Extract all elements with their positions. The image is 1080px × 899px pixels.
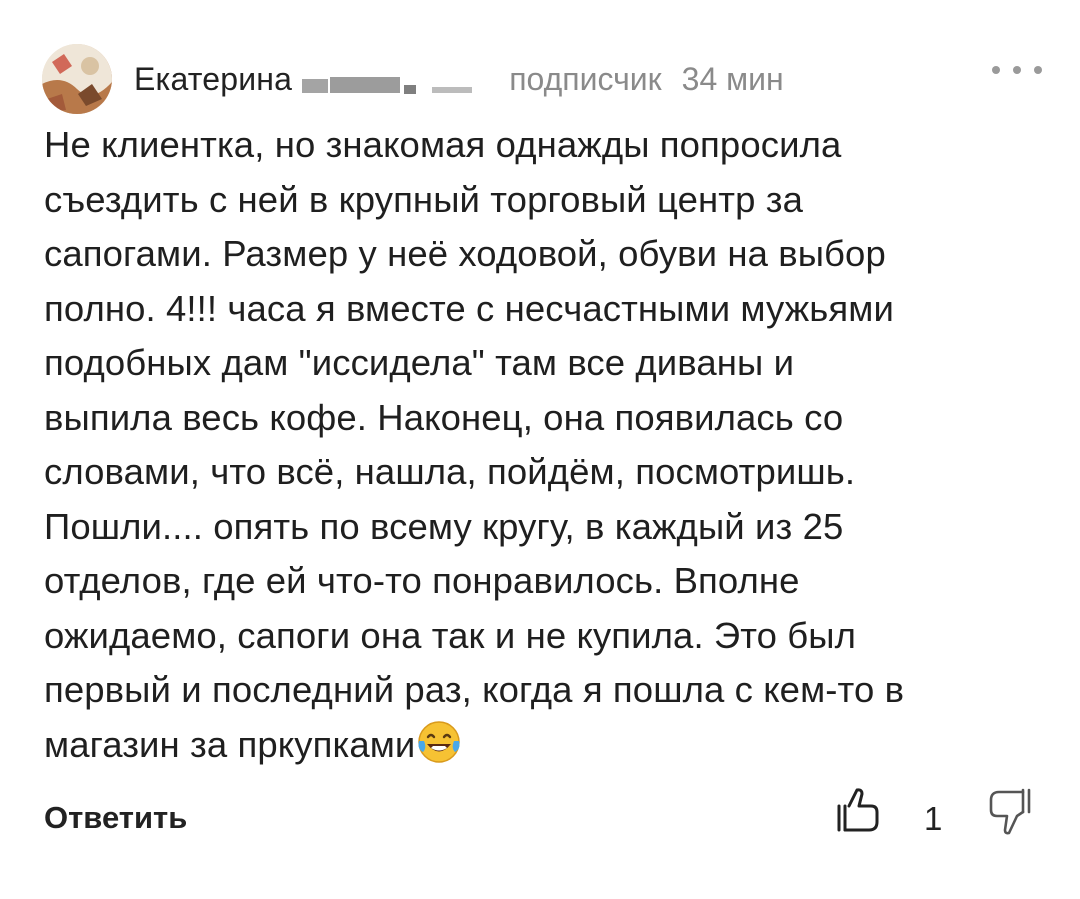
dot-icon bbox=[1034, 66, 1042, 74]
like-count: 1 bbox=[924, 800, 943, 837]
comment-line: сапогами. Размер у неё ходовой, обуви на… bbox=[44, 233, 886, 274]
avatar[interactable] bbox=[42, 44, 112, 114]
author-name[interactable]: Екатерина bbox=[134, 61, 292, 98]
comment-line: полно. 4!!! часа я вместе с несчастными … bbox=[44, 287, 894, 329]
comment-line: первый и последний раз, когда я пошла с … bbox=[44, 669, 905, 710]
author-surname-redacted bbox=[300, 71, 485, 97]
comment-line: ожидаемо, сапоги она так и не купила. Эт… bbox=[44, 614, 857, 656]
author-role: подписчик bbox=[509, 60, 662, 97]
comment-header: Екатерина подписчик 34 мин bbox=[42, 44, 1042, 114]
comment-line: Пошли.... опять по всему кругу, в каждый… bbox=[44, 505, 844, 547]
comment-line: съездить с ней в крупный торговый центр … bbox=[44, 178, 803, 220]
laughing-with-tears-emoji-icon bbox=[416, 719, 462, 765]
comment-line-text: магазин за пркупками bbox=[44, 723, 416, 765]
dot-icon bbox=[992, 66, 1000, 74]
like-icon[interactable] bbox=[835, 786, 885, 836]
comment-line: словами, что всё, нашла, пойдём, посмотр… bbox=[44, 451, 856, 492]
reply-button[interactable]: Ответить bbox=[44, 800, 187, 836]
comment-line: выпила весь кофе. Наконец, она появилась… bbox=[44, 396, 844, 438]
comment-line: отделов, где ей что-то понравилось. Впол… bbox=[44, 560, 800, 601]
dislike-icon[interactable] bbox=[983, 786, 1033, 838]
more-options-icon[interactable] bbox=[992, 60, 1042, 80]
comment-time: 34 мин bbox=[681, 60, 784, 97]
dot-icon bbox=[1013, 66, 1021, 74]
comment-text: Не клиентка, но знакомая однажды попроси… bbox=[44, 118, 1044, 772]
comment-line-last: магазин за пркупками bbox=[44, 718, 1044, 773]
comment-line: Не клиентка, но знакомая однажды попроси… bbox=[44, 124, 842, 165]
comment-line: подобных дам "иссидела" там все диваны и bbox=[44, 342, 795, 383]
comment-card: Екатерина подписчик 34 мин Не клиентка, … bbox=[0, 0, 1080, 899]
